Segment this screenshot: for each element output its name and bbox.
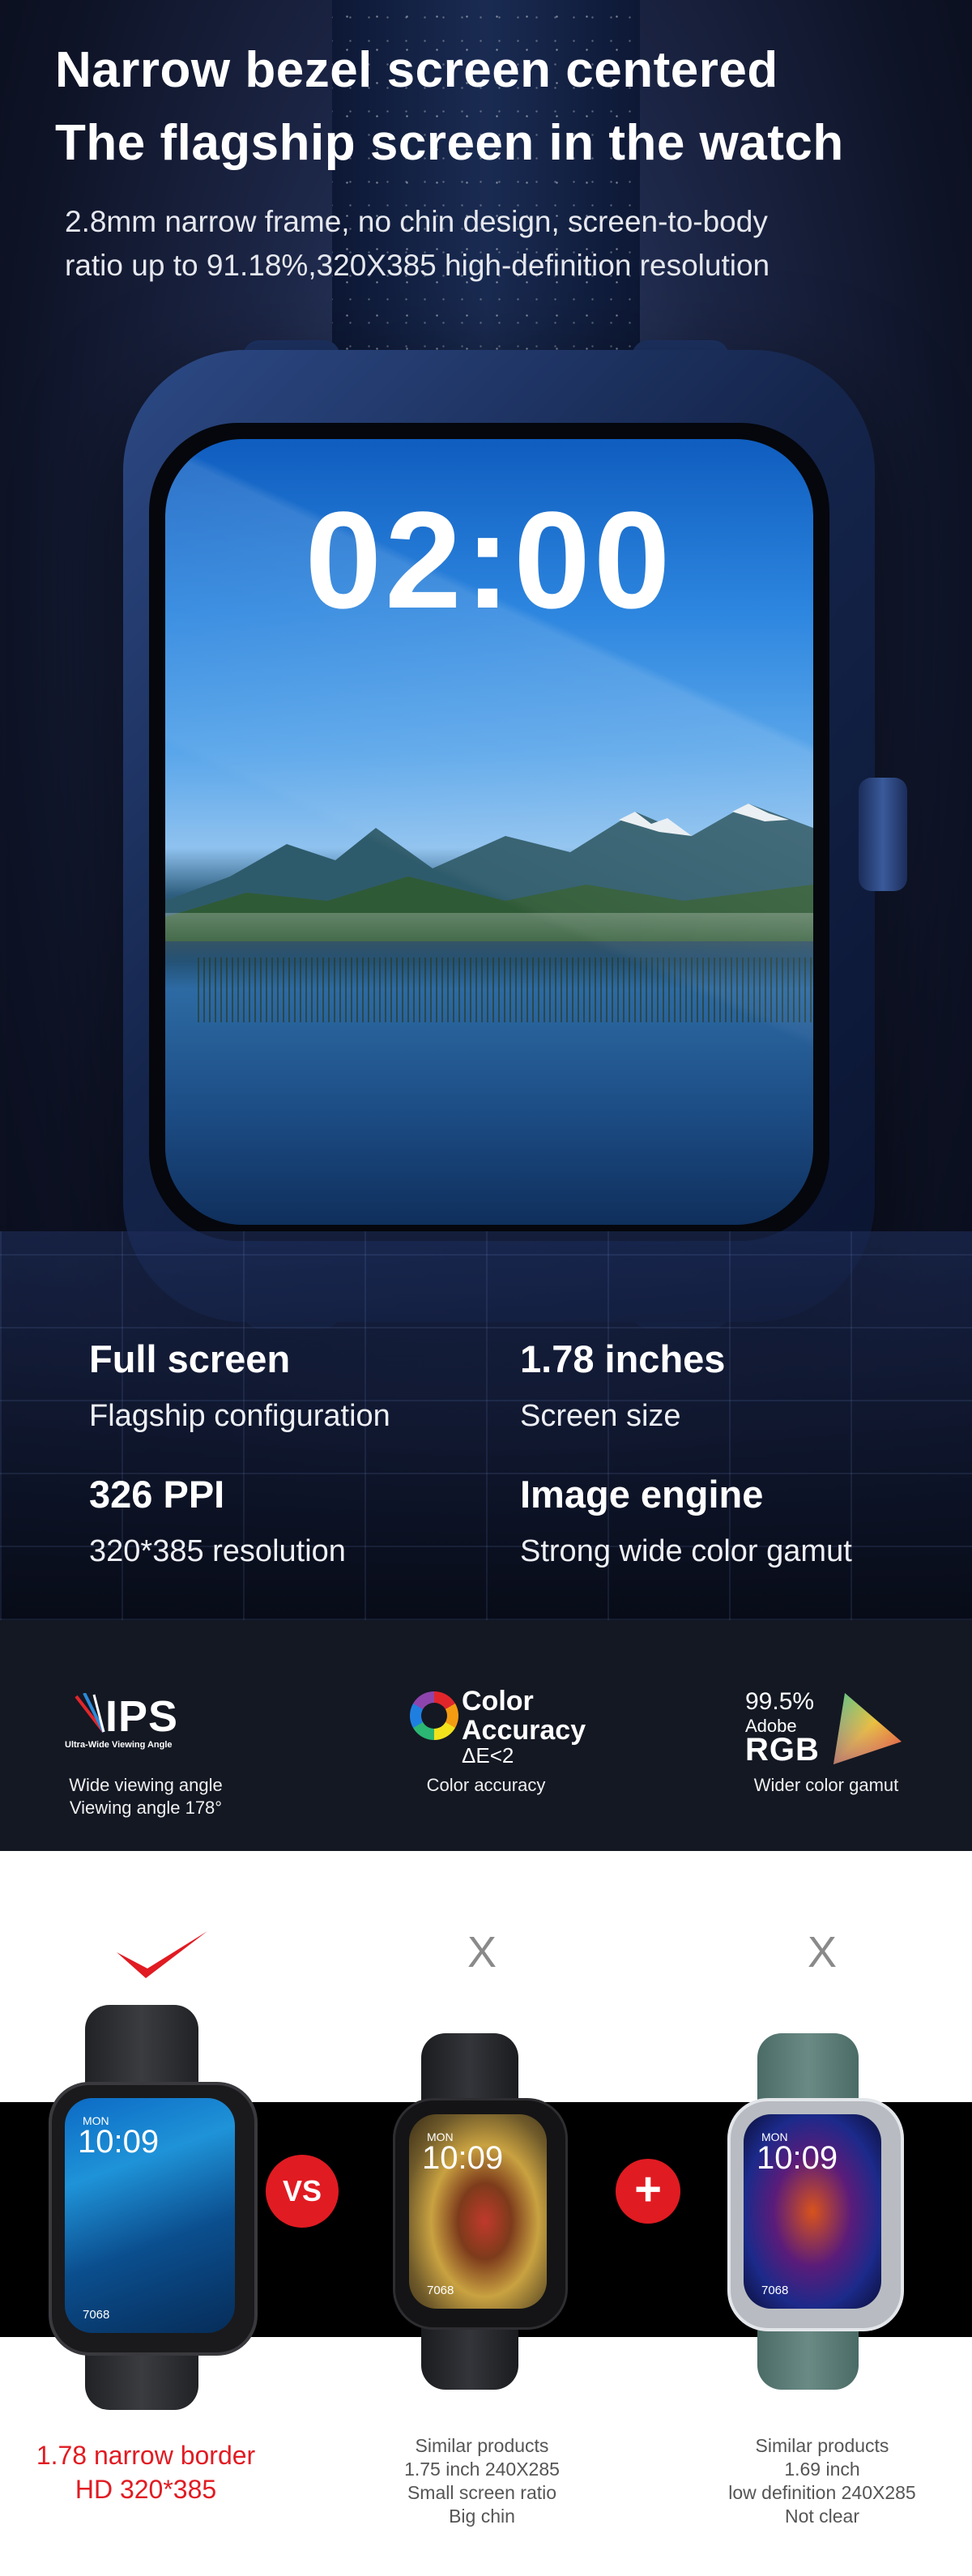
comparison-section: X X MON 10:09 7068 MON 10:09 7068 MON 10…: [0, 1851, 972, 2576]
watch-time: 10:09: [422, 2140, 504, 2176]
ips-logo-word: IPS: [105, 1692, 179, 1741]
color-logo-line2: Accuracy: [462, 1715, 586, 1746]
checkmark-icon: [113, 1928, 211, 1989]
rgb-logo-word: RGB: [745, 1732, 820, 1768]
feature-ppi: 326 PPI 320*385 resolution: [89, 1470, 346, 1574]
product-page: Narrow bezel screen centered The flagshi…: [0, 0, 972, 2576]
feature-desc: Screen size: [520, 1399, 681, 1433]
watch-crown: [859, 778, 907, 891]
spec-label: Wide viewing angle: [69, 1775, 223, 1795]
feature-title: Full screen: [89, 1337, 291, 1380]
spec-label: Color accuracy: [426, 1775, 546, 1795]
feature-full-screen: Full screen Flagship configuration: [89, 1335, 390, 1439]
watch-screen: 02:00: [165, 439, 813, 1225]
watch-screen-clownfish: MON 10:09 7068: [744, 2114, 881, 2309]
caption-line: 1.78 narrow border: [36, 2441, 256, 2470]
hero-section: Narrow bezel screen centered The flagshi…: [0, 0, 972, 1620]
spec-label: Wider color gamut: [753, 1775, 899, 1795]
caption-line: Small screen ratio: [407, 2482, 557, 2503]
color-accuracy-logo: Color Accuracy ΔE<2: [340, 1685, 632, 1774]
caption-line: Not clear: [784, 2506, 860, 2527]
feature-desc: Strong wide color gamut: [520, 1534, 852, 1568]
color-logo-line1: Color: [462, 1686, 534, 1717]
color-gamut-triangle-icon: [833, 1693, 902, 1764]
caption-line: Similar products: [415, 2435, 549, 2456]
spec-color-accuracy: Color Accuracy ΔE<2 Color accuracy: [340, 1685, 632, 1797]
ips-logo: IPS Ultra-Wide Viewing Angle: [0, 1685, 292, 1774]
ips-rays-icon: [75, 1693, 105, 1734]
rgb-logo-pct: 99.5%: [745, 1688, 815, 1715]
adobe-rgb-logo: 99.5% Adobe RGB: [680, 1685, 972, 1774]
feature-title: 1.78 inches: [520, 1337, 726, 1380]
feature-desc: 320*385 resolution: [89, 1534, 346, 1568]
watch-screen-butterfly: MON 10:09 7068: [409, 2114, 547, 2309]
caption-line: 1.69 inch: [784, 2459, 860, 2480]
color-ring-icon: [410, 1691, 458, 1740]
hero-subtitle-line2: ratio up to 91.18%,320X385 high-definiti…: [65, 249, 770, 282]
hero-title-line2: The flagship screen in the watch: [55, 115, 844, 171]
caption-line: Similar products: [755, 2435, 889, 2456]
hero-title-line1: Narrow bezel screen centered: [55, 42, 778, 98]
feature-image-engine: Image engine Strong wide color gamut: [520, 1470, 852, 1574]
hero-subtitle-line1: 2.8mm narrow frame, no chin design, scre…: [65, 205, 768, 238]
color-logo-delta: ΔE<2: [462, 1743, 514, 1768]
caption-line: Big chin: [449, 2506, 515, 2527]
watch-time-display: 02:00: [305, 484, 674, 638]
feature-title: Image engine: [520, 1473, 764, 1516]
watch-steps: 7068: [83, 2308, 110, 2322]
plus-badge: +: [616, 2159, 680, 2224]
caption-line: low definition 240X285: [728, 2482, 916, 2503]
x-mark-icon: X: [807, 1928, 838, 1977]
feature-title: 326 PPI: [89, 1473, 225, 1516]
watch-steps: 7068: [427, 2284, 454, 2297]
watch-time: 10:09: [78, 2124, 160, 2160]
vs-badge: VS: [266, 2155, 339, 2228]
x-mark-icon: X: [467, 1928, 497, 1977]
caption-product-b: Similar products 1.75 inch 240X285 Small…: [336, 2434, 628, 2528]
spec-strip: IPS Ultra-Wide Viewing Angle Wide viewin…: [0, 1620, 972, 1851]
watch-steps: 7068: [761, 2284, 789, 2297]
feature-screen-size: 1.78 inches Screen size: [520, 1335, 725, 1439]
caption-line: HD 320*385: [75, 2475, 217, 2504]
watch-screen-ocean: MON 10:09 7068: [65, 2098, 235, 2333]
caption-ours: 1.78 narrow border HD 320*385: [0, 2438, 292, 2506]
spec-label: Viewing angle 178°: [69, 1798, 223, 1818]
spec-ips: IPS Ultra-Wide Viewing Angle Wide viewin…: [0, 1685, 292, 1819]
spec-color-gamut: 99.5% Adobe RGB Wider color gamut: [680, 1685, 972, 1797]
ips-logo-sub: Ultra-Wide Viewing Angle: [65, 1740, 173, 1750]
feature-desc: Flagship configuration: [89, 1399, 390, 1433]
caption-line: 1.75 inch 240X285: [404, 2459, 560, 2480]
caption-product-c: Similar products 1.69 inch low definitio…: [676, 2434, 968, 2528]
watch-time: 10:09: [757, 2140, 838, 2176]
